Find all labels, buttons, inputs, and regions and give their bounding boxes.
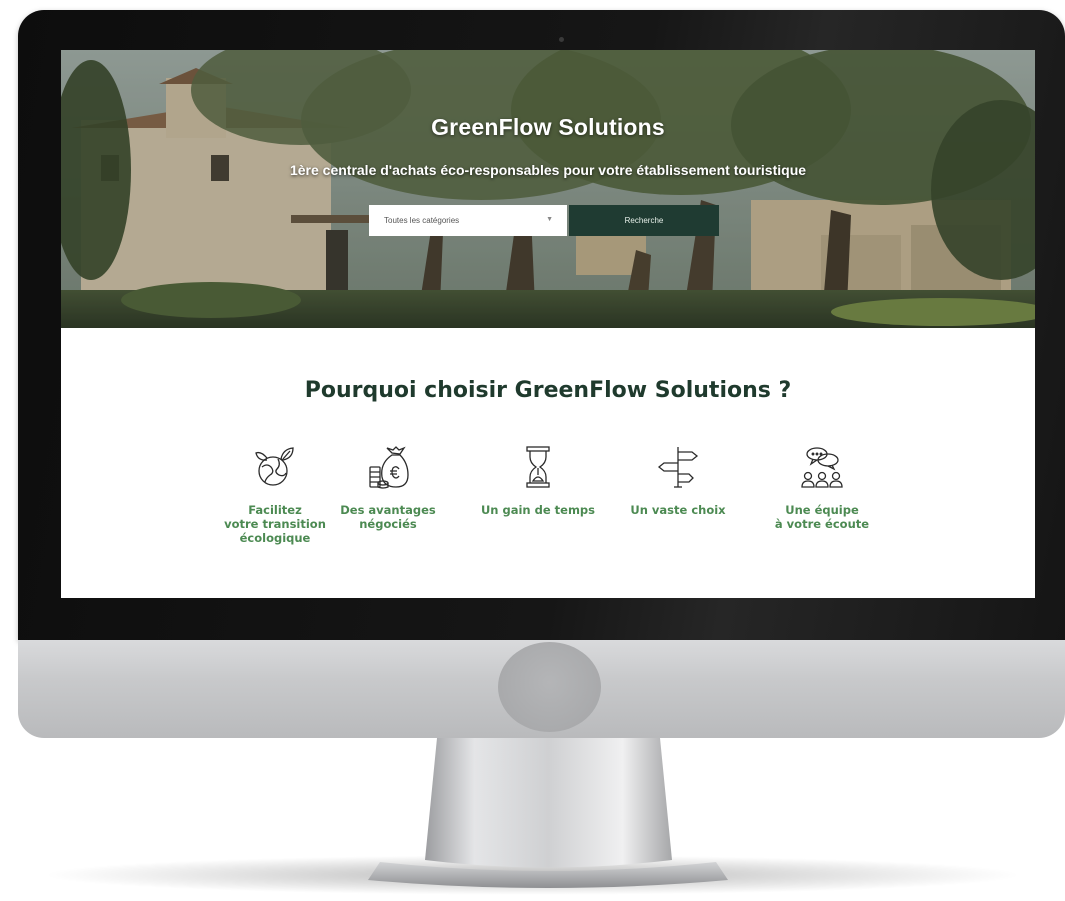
why-section-title: Pourquoi choisir GreenFlow Solutions ?	[304, 378, 792, 403]
camera-dot	[559, 37, 564, 42]
feature-label: Une équipe à votre écoute	[774, 503, 870, 531]
signpost-icon	[657, 447, 699, 488]
hourglass-icon	[526, 446, 550, 488]
website-screen: GreenFlow Solutions 1ère centrale d'acha…	[61, 50, 1035, 598]
eco-globe-icon	[255, 447, 294, 486]
hero-banner: GreenFlow Solutions 1ère centrale d'acha…	[61, 50, 1035, 328]
feature-time-saving: Un gain de temps	[478, 445, 598, 517]
hero-overlay	[61, 50, 1035, 328]
category-select-value: Toutes les catégories	[384, 216, 460, 225]
feature-label: Un gain de temps	[480, 503, 596, 517]
feature-negotiated-benefits: Des avantages négociés	[328, 445, 448, 531]
feature-listening-team: Une équipe à votre écoute	[762, 445, 882, 531]
chevron-down-icon: ▼	[546, 216, 553, 223]
hero-subtitle: 1ère centrale d'achats éco-responsables …	[289, 162, 807, 178]
monitor-logo	[498, 642, 601, 732]
category-select[interactable]: Toutes les catégories ▼	[369, 205, 567, 236]
floor-shadow	[40, 855, 1025, 895]
feature-ecological-transition: Facilitez votre transition écologique	[215, 445, 335, 545]
feature-label: Facilitez votre transition écologique	[224, 503, 326, 545]
feature-label: Un vaste choix	[630, 503, 726, 517]
money-bag-euro-icon	[369, 446, 409, 489]
hero-title: GreenFlow Solutions	[431, 114, 665, 140]
search-button[interactable]: Recherche	[569, 205, 719, 236]
feature-label: Des avantages négociés	[340, 503, 436, 531]
team-chat-icon	[801, 447, 843, 488]
feature-wide-choice: Un vaste choix	[618, 445, 738, 517]
